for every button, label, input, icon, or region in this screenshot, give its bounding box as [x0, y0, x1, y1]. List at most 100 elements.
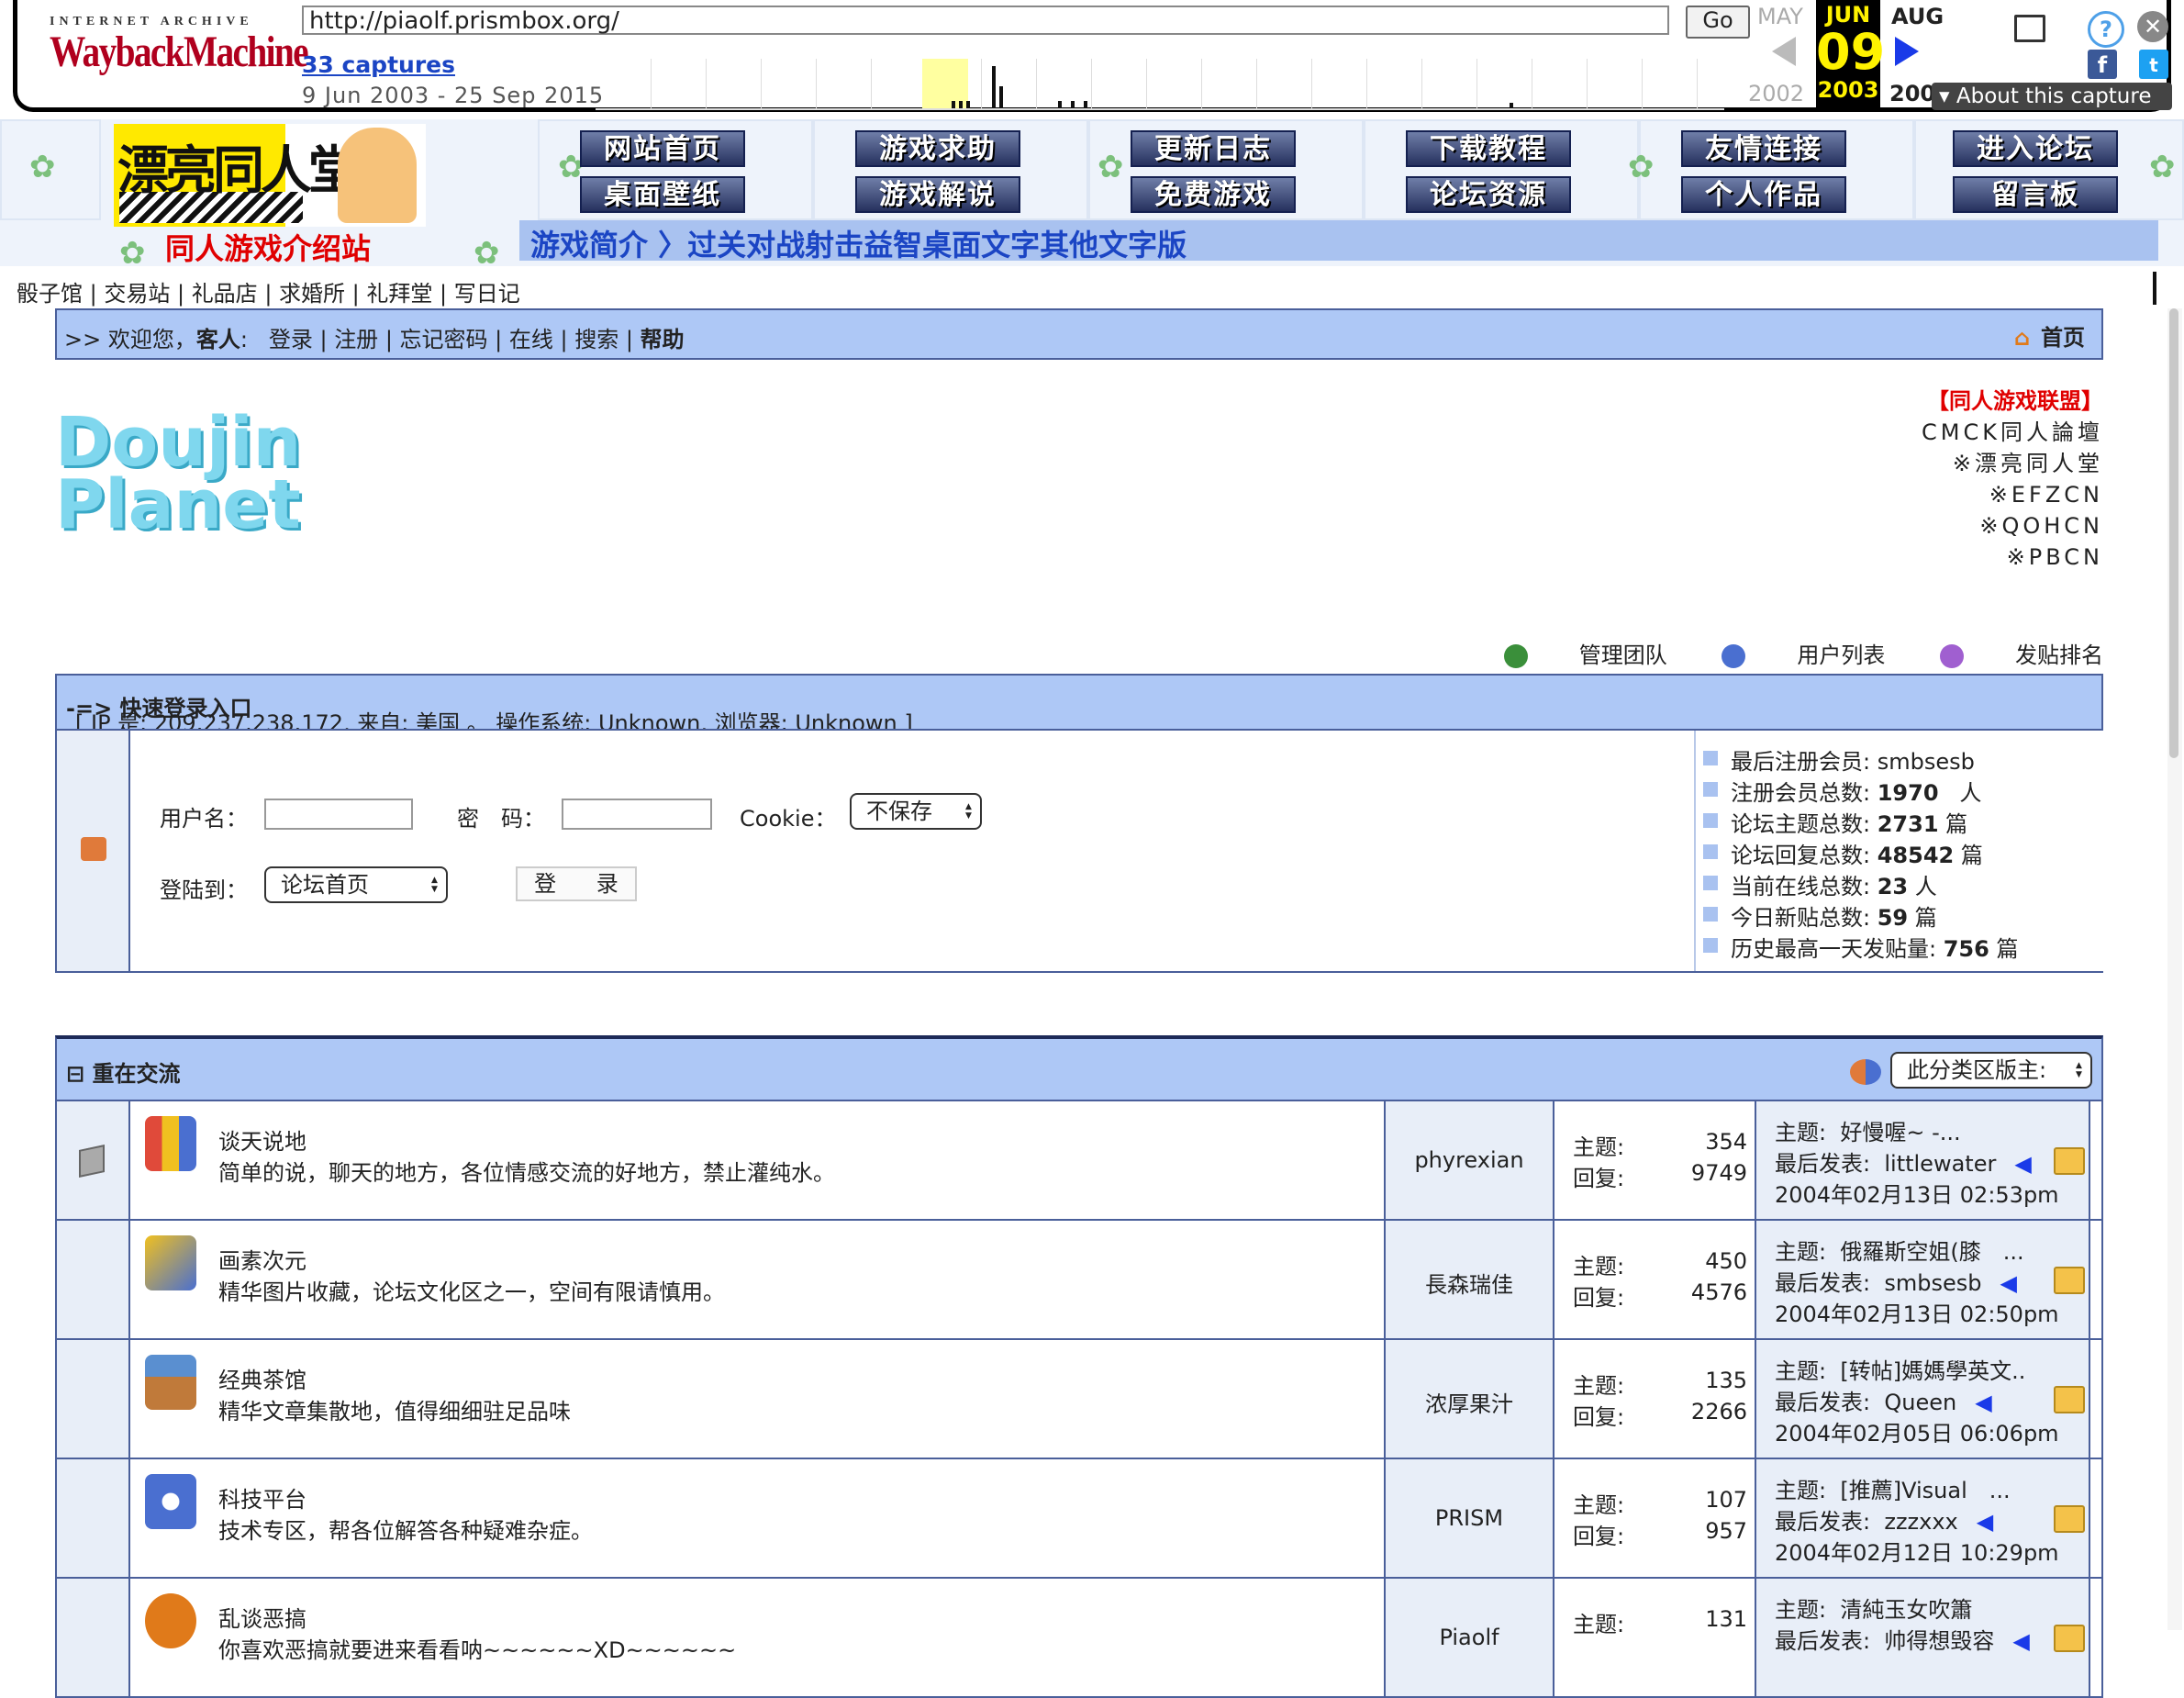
wayback-go-button[interactable]: Go — [1686, 6, 1750, 39]
about-capture-button[interactable]: ▾ About this capture — [1932, 83, 2172, 110]
capture-bar — [1510, 103, 1513, 108]
rss-icon[interactable] — [2054, 1625, 2085, 1652]
nav-guestbook[interactable]: 留言板 — [1953, 176, 2118, 213]
nav-personal-works[interactable]: 个人作品 — [1681, 176, 1846, 213]
shop-link-trade[interactable]: 交易站 — [104, 281, 170, 307]
register-link[interactable]: 注册 — [334, 327, 378, 352]
wayback-logo[interactable]: INTERNET ARCHIVE WaybackMachine — [50, 15, 309, 76]
go-last-post-icon[interactable]: ◀ — [2000, 1270, 2016, 1296]
nav-forum-resources[interactable]: 论坛资源 — [1406, 176, 1571, 213]
intro-site-title: 同人游戏介绍站 — [165, 231, 372, 266]
shop-link-propose[interactable]: 求婚所 — [279, 281, 345, 307]
board-moderator[interactable]: 浓厚果汁 — [1386, 1386, 1553, 1418]
capture-bar — [952, 101, 955, 108]
cookie-label: Cookie： — [740, 806, 837, 832]
nav-game-guide[interactable]: 游戏解说 — [855, 176, 1020, 213]
board-name[interactable]: 科技平台 — [218, 1481, 306, 1514]
twitter-icon[interactable]: t — [2139, 50, 2168, 79]
nav-game-help[interactable]: 游戏求助 — [855, 130, 1020, 167]
shop-link-gift[interactable]: 礼品店 — [192, 281, 258, 307]
help-link[interactable]: 帮助 — [641, 327, 685, 352]
login-button[interactable]: 登 录 — [516, 866, 637, 901]
board-name[interactable]: 谈天说地 — [218, 1123, 306, 1156]
home-link[interactable]: ⌂ 首页 — [2014, 319, 2085, 352]
last-post-topic[interactable]: 好慢喔~ -... — [1840, 1120, 1960, 1145]
last-post-topic[interactable]: [推薦]Visual ... — [1840, 1478, 2010, 1503]
last-post-author[interactable]: littlewater — [1884, 1151, 1996, 1177]
shop-link-chapel[interactable]: 礼拜堂 — [366, 281, 432, 307]
username-input[interactable] — [264, 799, 413, 830]
last-post-author[interactable]: Queen — [1884, 1390, 1956, 1415]
moderator-select[interactable]: 此分类区版主: — [1890, 1052, 2092, 1089]
board-moderator[interactable]: PRISM — [1386, 1505, 1553, 1531]
login-link[interactable]: 登录 — [269, 327, 313, 352]
go-last-post-icon[interactable]: ◀ — [2012, 1628, 2029, 1654]
nav-wallpapers[interactable]: 桌面壁纸 — [580, 176, 745, 213]
last-post-topic[interactable]: [转帖]媽媽學英文.. — [1840, 1358, 2025, 1384]
cookie-select[interactable]: 不保存 — [850, 793, 982, 830]
board-name[interactable]: 画素次元 — [218, 1243, 306, 1275]
wayback-next-month[interactable]: AUG — [1891, 4, 1944, 29]
nav-update-log[interactable]: 更新日志 — [1131, 130, 1296, 167]
nav-download-guide[interactable]: 下载教程 — [1406, 130, 1571, 167]
go-last-post-icon[interactable]: ◀ — [1975, 1390, 1991, 1415]
last-post-author[interactable]: 帅得想毁容 — [1884, 1628, 1994, 1654]
help-icon[interactable]: ? — [2088, 11, 2124, 48]
site-logo[interactable]: 漂亮同人堂 — [114, 124, 426, 227]
board-moderator[interactable]: 長森瑞佳 — [1386, 1267, 1553, 1299]
alliance-item[interactable]: CMCK同人論壇 — [1922, 417, 2103, 448]
rss-icon[interactable] — [2054, 1505, 2085, 1533]
page-scrollbar[interactable] — [2167, 308, 2182, 1630]
online-link[interactable]: 在线 — [509, 327, 553, 352]
last-post-topic[interactable]: 俄羅斯空姐(膝 ... — [1840, 1239, 2023, 1265]
alliance-item[interactable]: ※漂亮同人堂 — [1922, 448, 2103, 479]
password-input[interactable] — [562, 799, 712, 830]
forum-logo[interactable]: Doujin Planet — [55, 408, 301, 539]
facebook-icon[interactable]: f — [2088, 50, 2117, 79]
post-ranking-link[interactable]: 发贴排名 — [1940, 642, 2103, 668]
board-description: 你喜欢恶搞就要进来看看呐~~~~~~XD~~~~~~ — [218, 1637, 737, 1663]
last-post-author[interactable]: smbsesb — [1884, 1270, 1981, 1296]
alliance-item[interactable]: ※EFZCN — [1922, 479, 2103, 510]
close-icon[interactable]: ✕ — [2137, 11, 2168, 42]
board-moderator[interactable]: phyrexian — [1386, 1147, 1553, 1173]
shop-link-diary[interactable]: 写日记 — [454, 281, 520, 307]
wayback-captures-link[interactable]: 33 captures — [302, 51, 455, 78]
wayback-prev-month[interactable]: MAY — [1757, 4, 1803, 29]
board-name[interactable]: 乱谈恶搞 — [218, 1601, 306, 1633]
rss-icon[interactable] — [2054, 1386, 2085, 1413]
last-post-time: 2004年02月13日 02:50pm — [1775, 1301, 2059, 1327]
wayback-prev-arrow-icon[interactable] — [1772, 37, 1796, 66]
nav-home[interactable]: 网站首页 — [580, 130, 745, 167]
wayback-next-arrow-icon[interactable] — [1895, 37, 1919, 66]
last-post-topic[interactable]: 清純玉女吹簫 — [1840, 1597, 1972, 1623]
nav-enter-forum[interactable]: 进入论坛 — [1953, 130, 2118, 167]
loginto-select[interactable]: 论坛首页 — [264, 866, 448, 903]
category-links[interactable]: 游戏简介 〉过关对战射击益智桌面文字其他文字版 — [530, 222, 1187, 264]
reply-count: 957 — [1705, 1518, 1747, 1544]
wayback-url-input[interactable]: http://piaolf.prismbox.org/ — [302, 6, 1669, 35]
search-link[interactable]: 搜索 — [574, 327, 618, 352]
user-list-link[interactable]: 用户列表 — [1722, 642, 1885, 668]
alliance-item[interactable]: ※PBCN — [1922, 542, 2103, 573]
nav-friend-links[interactable]: 友情连接 — [1681, 130, 1846, 167]
nav-free-games[interactable]: 免费游戏 — [1131, 176, 1296, 213]
last-post-author[interactable]: zzzxxx — [1884, 1509, 1957, 1535]
last-post-time: 2004年02月13日 02:53pm — [1775, 1182, 2059, 1208]
wayback-logo-main: WaybackMachine — [50, 28, 309, 76]
admin-team-link[interactable]: 管理团队 — [1503, 642, 1667, 668]
wayback-sparkline[interactable] — [596, 59, 1724, 110]
board-moderator[interactable]: Piaolf — [1386, 1625, 1553, 1650]
scrollbar-thumb[interactable] — [2169, 308, 2178, 758]
go-last-post-icon[interactable]: ◀ — [1977, 1509, 1993, 1535]
forgot-password-link[interactable]: 忘记密码 — [400, 327, 488, 352]
alliance-item[interactable]: ※QOHCN — [1922, 510, 2103, 542]
category-title[interactable]: ⊟ 重在交流 — [66, 1056, 180, 1088]
board-name[interactable]: 经典茶馆 — [218, 1362, 306, 1394]
go-last-post-icon[interactable]: ◀ — [2014, 1151, 2031, 1177]
rss-icon[interactable] — [2054, 1267, 2085, 1294]
rss-icon[interactable] — [2054, 1147, 2085, 1175]
calendar-icon[interactable] — [2014, 15, 2045, 42]
last-member-link[interactable]: smbsesb — [1878, 749, 1975, 775]
shop-link-dice[interactable]: 骰子馆 — [17, 281, 83, 307]
